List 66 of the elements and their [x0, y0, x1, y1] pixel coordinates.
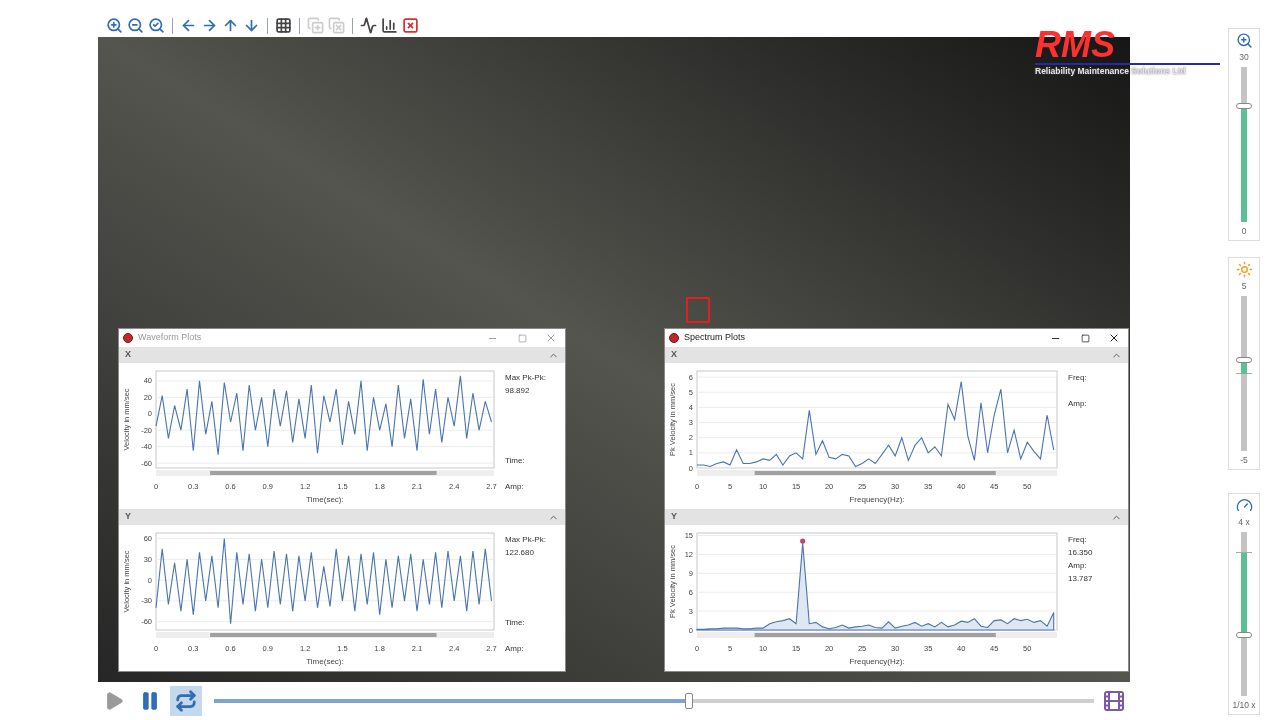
axis-title: Time(sec):: [306, 657, 344, 666]
readout-label: Max Pk-Pk:: [505, 372, 547, 384]
arrow-left-icon[interactable]: [180, 17, 197, 34]
scrollbar[interactable]: [156, 470, 494, 476]
clear-selection-icon[interactable]: [402, 17, 419, 34]
slider-thumb[interactable]: [1236, 631, 1252, 638]
panel-axis-label: Y: [125, 510, 131, 524]
panel-header[interactable]: X: [119, 347, 565, 363]
scrollbar[interactable]: [156, 632, 494, 638]
readout-value: 122.680: [505, 547, 535, 559]
arrow-right-icon[interactable]: [201, 17, 218, 34]
slider-min-label: -5: [1240, 454, 1248, 466]
readout-value: 16.350: [1068, 547, 1094, 559]
panel-axis-label: X: [671, 348, 677, 362]
window-title: Waveform Plots: [138, 331, 202, 345]
readout-label: Amp:: [505, 481, 525, 493]
window-title: Spectrum Plots: [684, 331, 746, 345]
readout-label: Amp:: [1068, 398, 1088, 410]
panel-header[interactable]: Y: [665, 509, 1128, 525]
readout-label: Amp:: [1068, 560, 1088, 572]
slider-max-label: 4 x: [1238, 516, 1250, 528]
maximize-icon[interactable]: [1081, 333, 1090, 343]
panel-header[interactable]: X: [665, 347, 1128, 363]
waveform-icon[interactable]: [360, 17, 377, 34]
logo-tagline: Reliability Maintenance Solutions Ltd: [1035, 65, 1187, 78]
slider-min-label: 0: [1241, 225, 1247, 237]
grid-icon[interactable]: [275, 17, 292, 34]
readout-label: Time:: [505, 617, 526, 629]
slider-max-label: 5: [1241, 280, 1247, 292]
peak-marker: [800, 538, 806, 544]
app-logo-icon: [123, 333, 133, 343]
selection-marker: [686, 297, 710, 323]
axis-title: Frequency(Hz):: [849, 657, 905, 666]
readout-label: Max Pk-Pk:: [505, 534, 547, 546]
readout-value: 98.892: [505, 385, 531, 397]
loop-icon: [175, 690, 197, 712]
zoom-icon: [1235, 32, 1253, 49]
bar-chart-icon[interactable]: [381, 17, 398, 34]
app-logo-icon: [669, 333, 679, 343]
scrollbar[interactable]: [697, 470, 1057, 476]
scrollbar[interactable]: [697, 632, 1057, 638]
readout-label: Freq:: [1068, 372, 1088, 384]
axis-title: Frequency(Hz):: [849, 495, 905, 504]
panel-axis-label: X: [125, 348, 131, 362]
axis-title: Time(sec):: [306, 495, 344, 504]
readout-value: 13.787: [1068, 573, 1094, 585]
close-icon[interactable]: [1108, 332, 1120, 344]
zoom-reset-icon[interactable]: [148, 17, 165, 34]
loop-button[interactable]: [170, 686, 202, 716]
slider-max-label: 30: [1239, 51, 1249, 63]
panel-header[interactable]: Y: [119, 509, 565, 525]
readout-label: Time:: [505, 455, 526, 467]
slider-min-label: 1/10 x: [1232, 699, 1256, 711]
sun-icon: [1235, 261, 1253, 278]
zoom-out-icon[interactable]: [127, 17, 144, 34]
readout-label: Freq:: [1068, 534, 1088, 546]
slider-thumb[interactable]: [1236, 357, 1252, 364]
panel-axis-label: Y: [671, 510, 677, 524]
zoom-in-icon[interactable]: [106, 17, 123, 34]
timeline-thumb[interactable]: [684, 693, 693, 709]
logo-mark: RMS: [1035, 28, 1116, 62]
readout-label: Amp:: [505, 643, 525, 655]
film-reel-icon[interactable]: [1102, 689, 1126, 713]
gauge-icon: [1235, 497, 1253, 514]
arrow-down-icon[interactable]: [243, 17, 260, 34]
slider-thumb[interactable]: [1236, 102, 1252, 109]
